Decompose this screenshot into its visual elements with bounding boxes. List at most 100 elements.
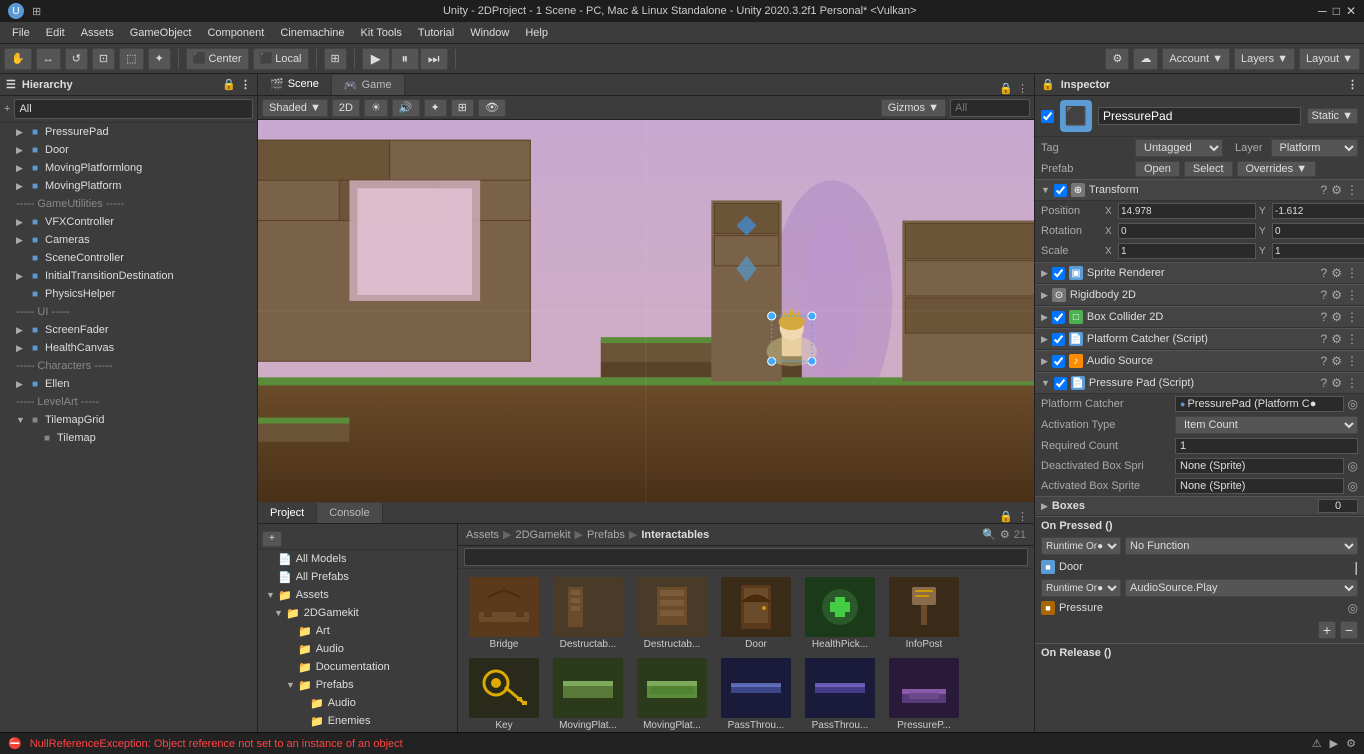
platform-catcher-object-field[interactable]: ● PressurePad (Platform C● <box>1175 396 1344 412</box>
platform-catcher-header[interactable]: ▶ 📄 Platform Catcher (Script) ? ⚙ ⋮ <box>1035 328 1364 350</box>
hierarchy-item-scenecontroller[interactable]: ■ SceneController <box>0 249 257 267</box>
transform-enabled[interactable] <box>1054 184 1067 197</box>
prefab-open-button[interactable]: Open <box>1135 161 1180 177</box>
gameobject-name-input[interactable] <box>1098 107 1301 125</box>
asset-bridge[interactable]: Bridge <box>464 575 544 652</box>
layers-button[interactable]: Layers ▼ <box>1234 48 1295 70</box>
tab-game[interactable]: 🎮 Game <box>332 75 405 95</box>
account-button[interactable]: Account ▼ <box>1162 48 1230 70</box>
sprite-renderer-settings[interactable]: ⚙ <box>1331 266 1342 280</box>
scale-x[interactable] <box>1118 243 1256 259</box>
function-select-1[interactable]: No Function <box>1125 537 1358 555</box>
pt-audio[interactable]: 📁 Audio <box>258 640 457 658</box>
transform-settings-btn[interactable]: ⚙ <box>1331 183 1342 197</box>
boxcollider2d-settings[interactable]: ⚙ <box>1331 310 1342 324</box>
activation-type-select[interactable]: Item Count <box>1175 416 1358 434</box>
menu-cinemachine[interactable]: Cinemachine <box>272 25 352 41</box>
scale-tool[interactable]: ⊡ <box>92 48 115 70</box>
hierarchy-item-movingplatformlong[interactable]: ▶ ■ MovingPlatformlong <box>0 159 257 177</box>
boxcollider2d-menu[interactable]: ⋮ <box>1346 310 1358 324</box>
statusbar-warning-icon[interactable]: ⚠ <box>1312 737 1322 750</box>
pressure-target-btn[interactable]: ◎ <box>1348 601 1358 615</box>
pt-2dgamekit[interactable]: ▼ 📁 2DGamekit <box>258 604 457 622</box>
position-y[interactable] <box>1272 203 1364 219</box>
project-add-button[interactable]: + <box>262 531 282 547</box>
menu-help[interactable]: Help <box>517 25 556 41</box>
statusbar-play-icon[interactable]: ▶ <box>1330 737 1338 750</box>
layout-button[interactable]: Layout ▼ <box>1299 48 1360 70</box>
audio-source-header[interactable]: ▶ ♪ Audio Source ? ⚙ ⋮ <box>1035 350 1364 372</box>
assets-search-icon[interactable]: 🔍 <box>982 528 996 541</box>
function-select-2[interactable]: AudioSource.Play <box>1125 579 1358 597</box>
gizmos-button[interactable]: Gizmos ▼ <box>881 99 946 117</box>
activated-sprite-field[interactable]: None (Sprite) <box>1175 478 1344 494</box>
activated-sprite-target-btn[interactable]: ◎ <box>1348 479 1358 493</box>
asset-pressurepad[interactable]: PressureP... <box>884 656 964 732</box>
rotate-tool[interactable]: ↺ <box>65 48 88 70</box>
add-event-button[interactable]: + <box>1318 621 1336 639</box>
tab-scene[interactable]: 🎬 Scene <box>258 75 332 95</box>
transform-header[interactable]: ▼ ⊕ Transform ? ⚙ ⋮ <box>1035 179 1364 201</box>
hierarchy-item-screenfader[interactable]: ▶ ■ ScreenFader <box>0 321 257 339</box>
rect-tool[interactable]: ⬚ <box>119 48 143 70</box>
pressure-pad-settings[interactable]: ⚙ <box>1331 376 1342 390</box>
breadcrumb-interactables[interactable]: Interactables <box>641 529 709 541</box>
asset-destructable2[interactable]: Destructab... <box>632 575 712 652</box>
scene-search[interactable] <box>950 99 1030 117</box>
menu-window[interactable]: Window <box>462 25 517 41</box>
pt-art[interactable]: 📁 Art <box>258 622 457 640</box>
move-tool[interactable]: ↔ <box>36 48 61 70</box>
transform-question-btn[interactable]: ? <box>1321 183 1328 197</box>
prefab-overrides-button[interactable]: Overrides ▼ <box>1237 161 1317 177</box>
platform-catcher-menu[interactable]: ⋮ <box>1346 332 1358 346</box>
platform-catcher-settings[interactable]: ⚙ <box>1331 332 1342 346</box>
hierarchy-item-tilemap[interactable]: ■ Tilemap <box>0 429 257 447</box>
rigidbody2d-settings[interactable]: ⚙ <box>1331 288 1342 302</box>
asset-infopost[interactable]: InfoPost <box>884 575 964 652</box>
pressure-pad-header[interactable]: ▼ 📄 Pressure Pad (Script) ? ⚙ ⋮ <box>1035 372 1364 394</box>
layer-select[interactable]: Platform <box>1271 139 1359 157</box>
statusbar-settings-icon[interactable]: ⚙ <box>1346 737 1356 750</box>
platform-catcher-target-btn[interactable]: ◎ <box>1348 397 1358 411</box>
pt-documentation[interactable]: 📁 Documentation <box>258 658 457 676</box>
2d-button[interactable]: 2D <box>332 99 360 117</box>
scale-y[interactable] <box>1272 243 1364 259</box>
gameobject-active-checkbox[interactable] <box>1041 110 1054 123</box>
hidden-obj-btn[interactable]: 👁 <box>478 99 506 117</box>
asset-healthpickup[interactable]: HealthPick... <box>800 575 880 652</box>
asset-door[interactable]: Door <box>716 575 796 652</box>
minimize-button[interactable]: ─ <box>1318 4 1327 18</box>
tab-console[interactable]: Console <box>317 503 382 523</box>
pt-audio2[interactable]: 📁 Audio <box>258 694 457 712</box>
scene-view[interactable] <box>258 120 1034 502</box>
pause-button[interactable]: ⏸ <box>391 48 419 70</box>
boxcollider2d-header[interactable]: ▶ □ Box Collider 2D ? ⚙ ⋮ <box>1035 306 1364 328</box>
platform-catcher-enabled[interactable] <box>1052 333 1065 346</box>
required-count-input[interactable] <box>1175 438 1358 454</box>
hierarchy-item-ellen[interactable]: ▶ ■ Ellen <box>0 375 257 393</box>
pt-enemies[interactable]: 📁 Enemies <box>258 712 457 730</box>
deactivated-sprite-target-btn[interactable]: ◎ <box>1348 459 1358 473</box>
breadcrumb-2dgamekit[interactable]: 2DGamekit <box>515 529 570 541</box>
hierarchy-item-initialtransition[interactable]: ▶ ■ InitialTransitionDestination <box>0 267 257 285</box>
play-button[interactable]: ▶ <box>362 48 390 70</box>
runtime-select-1[interactable]: Runtime Or● <box>1041 537 1121 555</box>
hierarchy-item-vfxcontroller[interactable]: ▶ ■ VFXController <box>0 213 257 231</box>
hand-tool[interactable]: ✋ <box>4 48 32 70</box>
pt-assets[interactable]: ▼ 📁 Assets <box>258 586 457 604</box>
hierarchy-item-tilemapgrid[interactable]: ▼ ■ TilemapGrid <box>0 411 257 429</box>
static-dropdown[interactable]: Static ▼ <box>1307 108 1358 124</box>
sprite-renderer-question[interactable]: ? <box>1321 266 1328 280</box>
menu-edit[interactable]: Edit <box>38 25 73 41</box>
inspector-menu-icon[interactable]: ⋮ <box>1347 78 1358 91</box>
tag-select[interactable]: Untagged <box>1135 139 1223 157</box>
sprite-renderer-menu[interactable]: ⋮ <box>1346 266 1358 280</box>
rigidbody2d-header[interactable]: ▶ ⊙ Rigidbody 2D ? ⚙ ⋮ <box>1035 284 1364 306</box>
menu-file[interactable]: File <box>4 25 38 41</box>
space-button[interactable]: ⬛ Local <box>253 48 309 70</box>
runtime-select-2[interactable]: Runtime Or● <box>1041 579 1121 597</box>
asset-key[interactable]: Key <box>464 656 544 732</box>
prefab-select-button[interactable]: Select <box>1184 161 1233 177</box>
hierarchy-item-pressurepad[interactable]: ▶ ■ PressurePad <box>0 123 257 141</box>
pt-prefabs[interactable]: ▼ 📁 Prefabs <box>258 676 457 694</box>
